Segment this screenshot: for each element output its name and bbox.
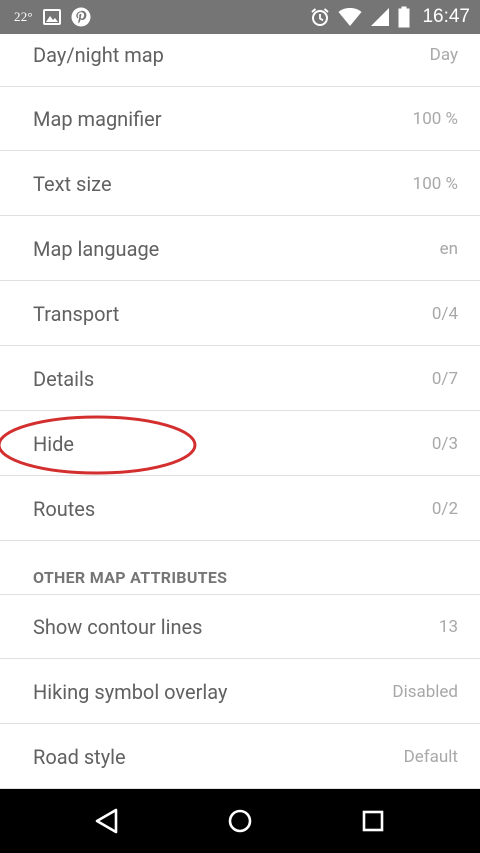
setting-label: Transport <box>33 302 120 326</box>
section-header-other-map-attributes: OTHER MAP ATTRIBUTES <box>0 541 480 595</box>
setting-row-transport[interactable]: Transport 0/4 <box>0 282 480 346</box>
recents-icon[interactable] <box>357 805 389 837</box>
temperature-text: 22° <box>14 9 33 24</box>
setting-row-hiking-symbol-overlay[interactable]: Hiking symbol overlay Disabled <box>0 660 480 724</box>
setting-value: 0/3 <box>431 434 458 454</box>
setting-row-day-night-map[interactable]: Day/night map Day <box>0 34 480 87</box>
setting-value: Default <box>403 747 458 767</box>
setting-row-map-magnifier[interactable]: Map magnifier 100 % <box>0 87 480 151</box>
setting-value: 100 % <box>412 174 458 194</box>
setting-value: 100 % <box>412 109 458 129</box>
setting-value: Disabled <box>392 682 458 702</box>
setting-row-show-contour-lines[interactable]: Show contour lines 13 <box>0 595 480 659</box>
setting-label: Hiking symbol overlay <box>33 680 228 704</box>
setting-label: Text size <box>33 172 112 196</box>
setting-label: Day/night map <box>33 43 164 67</box>
setting-label: Hide <box>33 432 75 456</box>
home-icon[interactable] <box>224 805 256 837</box>
navigation-bar <box>0 789 480 853</box>
signal-icon <box>371 8 390 26</box>
setting-label: Road style <box>33 745 126 769</box>
setting-label: Map magnifier <box>33 107 162 131</box>
settings-list[interactable]: Day/night map Day Map magnifier 100 % Te… <box>0 34 480 789</box>
setting-row-details[interactable]: Details 0/7 <box>0 347 480 411</box>
status-bar-right: 16:47 <box>310 0 470 34</box>
pinterest-icon <box>71 7 91 27</box>
setting-row-text-size[interactable]: Text size 100 % <box>0 152 480 216</box>
setting-row-map-language[interactable]: Map language en <box>0 217 480 281</box>
setting-label: Details <box>33 367 95 391</box>
setting-value: 13 <box>438 617 458 637</box>
setting-row-road-style[interactable]: Road style Default <box>0 725 480 789</box>
section-header-label: OTHER MAP ATTRIBUTES <box>33 568 228 587</box>
setting-value: en <box>439 239 458 259</box>
setting-row-routes[interactable]: Routes 0/2 <box>0 477 480 541</box>
setting-value: Day <box>429 45 458 65</box>
image-icon <box>42 9 61 25</box>
status-bar: 22° 16:47 <box>0 0 480 34</box>
back-icon[interactable] <box>92 805 124 837</box>
status-bar-left: 22° <box>14 0 91 34</box>
clock-text: 16:47 <box>422 6 470 27</box>
wifi-icon <box>338 8 362 26</box>
battery-icon <box>398 6 410 28</box>
alarm-icon <box>311 8 330 26</box>
setting-row-hide[interactable]: Hide 0/3 <box>0 412 480 476</box>
setting-value: 0/7 <box>431 369 458 389</box>
setting-label: Routes <box>33 497 96 521</box>
setting-label: Show contour lines <box>33 615 203 639</box>
setting-value: 0/4 <box>431 304 458 324</box>
setting-label: Map language <box>33 237 160 261</box>
setting-value: 0/2 <box>431 499 458 519</box>
